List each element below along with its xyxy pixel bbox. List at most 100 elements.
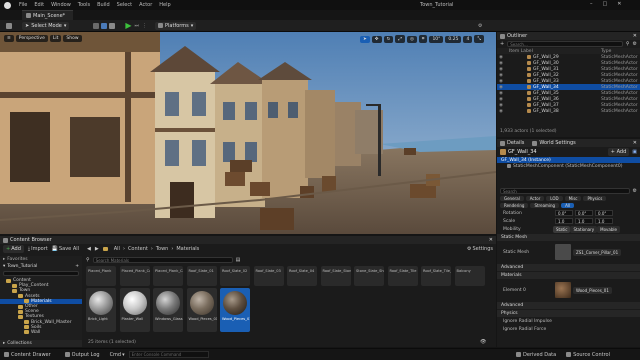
asset-tile[interactable]: Roof_Slate_Tile_Black bbox=[421, 266, 451, 286]
menu-file[interactable]: File bbox=[19, 2, 27, 8]
filter-actor[interactable]: Actor bbox=[525, 196, 545, 201]
menu-window[interactable]: Window bbox=[51, 2, 71, 8]
filter-misc[interactable]: Misc bbox=[564, 196, 582, 201]
filter-all[interactable]: All bbox=[561, 203, 575, 208]
asset-tile[interactable]: Balcony bbox=[454, 266, 485, 286]
level-viewport[interactable]: ≡ Perspective Lit Show ➤ ✥ ↻ ⤢ ◎ ⌗ 10° 0… bbox=[0, 32, 496, 234]
details-search-input[interactable]: Search bbox=[500, 188, 630, 194]
visibility-eye-icon[interactable]: ◉ bbox=[499, 91, 503, 96]
menu-select[interactable]: Select bbox=[117, 2, 132, 8]
view-options-icon[interactable]: 👁 bbox=[480, 339, 486, 345]
mobility-static[interactable]: Static bbox=[553, 225, 571, 233]
asset-tile[interactable]: Stone_Slate_Sheet bbox=[354, 266, 384, 286]
select-tool-icon[interactable]: ➤ bbox=[360, 35, 370, 43]
asset-tile[interactable]: Roof_Slate_Stone bbox=[320, 266, 351, 286]
derived-data-button[interactable]: Derived Data bbox=[516, 352, 556, 358]
close-icon[interactable]: ✕ bbox=[633, 140, 637, 146]
menu-actor[interactable]: Actor bbox=[139, 2, 152, 8]
static-mesh-section[interactable]: Static Mesh bbox=[497, 234, 640, 241]
material-tile[interactable]: Brick_Light bbox=[86, 288, 116, 332]
translate-tool-icon[interactable]: ✥ bbox=[371, 35, 382, 43]
rotation-snap-button[interactable]: 10° bbox=[429, 35, 444, 43]
menu-help[interactable]: Help bbox=[159, 2, 170, 8]
add-component-button[interactable]: + Add bbox=[607, 148, 630, 156]
maximize-icon[interactable]: □ bbox=[603, 1, 608, 7]
back-icon[interactable]: ◀ bbox=[87, 246, 91, 252]
asset-search-input[interactable]: Search Materials bbox=[92, 257, 233, 263]
rotation-x-field[interactable]: 0.0° bbox=[555, 210, 573, 216]
more-options-icon[interactable]: ⋮ bbox=[142, 23, 147, 29]
project-section[interactable]: ▾ Town_Tutorial + bbox=[0, 263, 82, 270]
scale-y-field[interactable]: 1.0 bbox=[575, 218, 593, 224]
menu-edit[interactable]: Edit bbox=[34, 2, 44, 8]
favorites-section[interactable]: ▸ Favorites bbox=[0, 256, 82, 263]
visibility-eye-icon[interactable]: ◉ bbox=[499, 61, 503, 66]
viewport-menu-button[interactable]: ≡ bbox=[4, 35, 14, 42]
visibility-eye-icon[interactable]: ◉ bbox=[499, 97, 503, 102]
visibility-eye-icon[interactable]: ◉ bbox=[499, 85, 503, 90]
physics-section[interactable]: Physics bbox=[497, 310, 640, 317]
close-icon[interactable]: ✕ bbox=[617, 1, 621, 7]
outliner-search-input[interactable]: Search... bbox=[507, 41, 623, 47]
add-folder-icon[interactable]: + bbox=[75, 264, 79, 269]
visibility-eye-icon[interactable]: ◉ bbox=[499, 103, 503, 108]
asset-tile[interactable]: Roof_Slate_03 bbox=[253, 266, 284, 286]
play-icon[interactable]: ▶ bbox=[125, 21, 131, 30]
mobility-stationary[interactable]: Stationary bbox=[570, 225, 598, 233]
add-button[interactable]: + Add bbox=[3, 245, 24, 253]
asset-tile[interactable]: Placed_Plank_Cap bbox=[119, 266, 150, 286]
show-button[interactable]: Show bbox=[63, 35, 82, 42]
save-all-button[interactable]: 💾 Save All bbox=[52, 246, 79, 252]
blueprint-icon[interactable]: ▣ bbox=[632, 149, 637, 155]
static-mesh-picker[interactable]: ZS1_Corner_Pillar_01 bbox=[573, 248, 622, 256]
import-button[interactable]: ⤓ Import bbox=[28, 246, 48, 252]
visibility-eye-icon[interactable]: ◉ bbox=[499, 73, 503, 78]
advanced-section-2[interactable]: Advanced bbox=[497, 302, 640, 309]
visibility-eye-icon[interactable]: ◉ bbox=[499, 109, 503, 114]
add-content-icon[interactable] bbox=[93, 22, 100, 29]
close-icon[interactable]: ✕ bbox=[633, 33, 637, 39]
folder-tree-item[interactable]: Wall bbox=[0, 330, 82, 335]
filter-icon[interactable]: ⚲ bbox=[626, 41, 630, 47]
world-space-icon[interactable]: ◎ bbox=[406, 35, 417, 43]
content-drawer-button[interactable]: Content Drawer bbox=[4, 352, 51, 358]
maximize-viewport-icon[interactable]: ⤡ bbox=[474, 35, 484, 43]
scale-x-field[interactable]: 1.0 bbox=[555, 218, 573, 224]
tree-search-input[interactable] bbox=[3, 271, 79, 276]
minimize-icon[interactable]: – bbox=[590, 1, 593, 7]
add-icon[interactable]: + bbox=[500, 41, 504, 47]
asset-tile[interactable]: Placed_Plank bbox=[86, 266, 116, 286]
filter-icon[interactable]: ⚲ bbox=[86, 257, 90, 263]
cinematics-icon[interactable] bbox=[109, 22, 116, 29]
asset-tile[interactable]: Roof_Slate_02 bbox=[220, 266, 250, 286]
save-icon[interactable] bbox=[6, 22, 12, 29]
asset-tile[interactable]: Placed_Plank_Cap2 bbox=[153, 266, 183, 286]
scale-snap-button[interactable]: 0.25 bbox=[445, 35, 462, 43]
material-tile[interactable]: Wood_Pieces_01_Black bbox=[220, 288, 250, 332]
mobility-movable[interactable]: Movable bbox=[597, 225, 620, 233]
settings-button[interactable]: ⚙ Settings bbox=[467, 246, 493, 252]
asset-tile[interactable]: Roof_Slate_01 bbox=[186, 266, 217, 286]
details-tab[interactable]: Details bbox=[507, 140, 524, 146]
collections-section[interactable]: ▸ Collections bbox=[0, 340, 82, 347]
component-row[interactable]: StaticMeshComponent (StaticMeshComponent… bbox=[497, 163, 640, 169]
breadcrumb-town[interactable]: Town bbox=[156, 246, 169, 252]
lit-button[interactable]: Lit bbox=[49, 35, 62, 42]
output-log-button[interactable]: Output Log bbox=[64, 352, 100, 358]
filter-rendering[interactable]: Rendering bbox=[500, 203, 529, 208]
settings-icon[interactable]: ⚙ bbox=[633, 41, 637, 47]
filter-physics[interactable]: Physics bbox=[583, 196, 607, 201]
select-mode-button[interactable]: ➤ Select Mode ▾ bbox=[22, 21, 70, 30]
filter-lod[interactable]: LOD bbox=[546, 196, 563, 201]
cmd-button[interactable]: Cmd ▾ bbox=[110, 352, 125, 358]
forward-icon[interactable]: ▶ bbox=[95, 246, 99, 252]
material-tile[interactable]: Windows_Glass bbox=[153, 288, 183, 332]
outliner-row[interactable]: ◉ GF_Wall_38 StaticMeshActor bbox=[497, 108, 640, 114]
material-tile[interactable]: Plaster_Wall bbox=[119, 288, 150, 332]
breadcrumb-all[interactable]: All bbox=[114, 246, 120, 252]
menu-build[interactable]: Build bbox=[97, 2, 110, 8]
platforms-button[interactable]: Platforms ▾ bbox=[155, 21, 197, 30]
rotation-z-field[interactable]: 0.0° bbox=[595, 210, 613, 216]
rotate-tool-icon[interactable]: ↻ bbox=[383, 35, 394, 43]
scale-tool-icon[interactable]: ⤢ bbox=[395, 35, 405, 43]
